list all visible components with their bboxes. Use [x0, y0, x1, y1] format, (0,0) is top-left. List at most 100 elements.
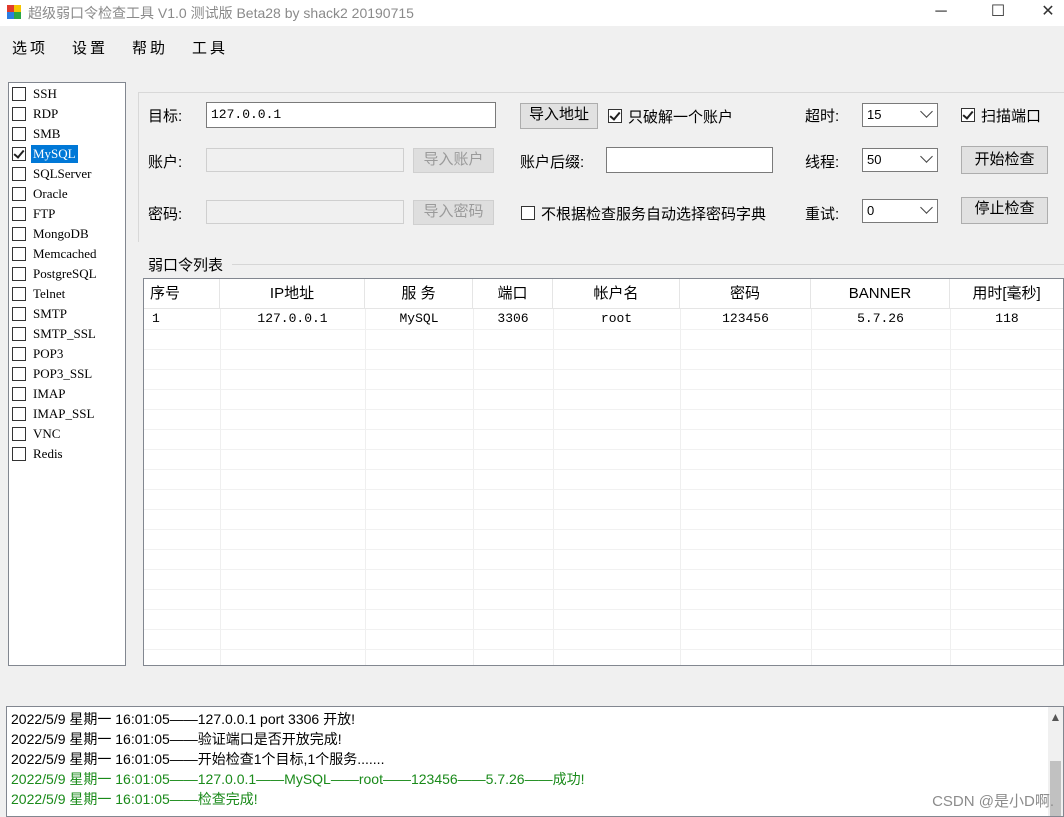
grid-line [144, 429, 1063, 430]
service-item[interactable]: SMTP [11, 305, 125, 324]
threads-select[interactable]: 50 [862, 148, 938, 172]
service-item[interactable]: FTP [11, 205, 125, 224]
column-header[interactable]: 端口 [473, 279, 553, 309]
service-item[interactable]: Oracle [11, 185, 125, 204]
service-checkbox[interactable] [12, 87, 26, 101]
chevron-down-icon [920, 201, 933, 214]
grid-line [144, 529, 1063, 530]
service-item[interactable]: VNC [11, 425, 125, 444]
service-item[interactable]: RDP [11, 105, 125, 124]
service-checkbox[interactable] [12, 287, 26, 301]
auto-dict-label: 不根据检查服务自动选择密码字典 [541, 206, 767, 223]
grid-line [950, 309, 951, 665]
service-item[interactable]: SQLServer [11, 165, 125, 184]
chevron-down-icon [920, 150, 933, 163]
service-label: Telnet [33, 286, 66, 301]
service-checkbox[interactable] [12, 207, 26, 221]
grid-line [144, 489, 1063, 490]
close-button[interactable]: ✕ [1032, 0, 1064, 26]
grid-line [144, 469, 1063, 470]
service-checkbox[interactable] [12, 247, 26, 261]
service-item[interactable]: Memcached [11, 245, 125, 264]
service-checkbox[interactable] [12, 307, 26, 321]
service-item[interactable]: SSH [11, 85, 125, 104]
password-input[interactable] [206, 200, 404, 224]
target-label: 目标: [148, 108, 183, 125]
column-header[interactable]: 帐户名 [553, 279, 680, 309]
service-item[interactable]: IMAP_SSL [11, 405, 125, 424]
target-input[interactable]: 127.0.0.1 [206, 102, 496, 128]
service-item[interactable]: MongoDB [11, 225, 125, 244]
grid-line [144, 609, 1063, 610]
column-header[interactable]: 序号 [144, 279, 220, 309]
scan-port-checkbox[interactable] [961, 108, 975, 122]
service-checkbox[interactable] [12, 367, 26, 381]
service-checkbox[interactable] [12, 267, 26, 281]
service-item[interactable]: PostgreSQL [11, 265, 125, 284]
service-checkbox[interactable] [12, 127, 26, 141]
grid-line [144, 649, 1063, 650]
service-checkbox[interactable] [12, 147, 26, 161]
service-checkbox[interactable] [12, 407, 26, 421]
title-bar: 超级弱口令检查工具 V1.0 测试版 Beta28 by shack2 2019… [0, 0, 1064, 26]
log-panel[interactable]: ▲ 2022/5/9 星期一 16:01:05——127.0.0.1 port … [6, 706, 1064, 817]
grid-line [144, 629, 1063, 630]
threads-value: 50 [867, 152, 882, 167]
service-label: FTP [33, 206, 56, 221]
service-checklist[interactable]: SSH RDP SMB MySQL SQLServer Oracle FTP MongoDB M… [8, 82, 126, 666]
menu-tools[interactable]: 工具 [192, 37, 228, 58]
import-address-button[interactable]: 导入地址 [520, 103, 598, 129]
start-check-button[interactable]: 开始检查 [961, 146, 1048, 174]
service-checkbox[interactable] [12, 387, 26, 401]
column-header[interactable]: BANNER [811, 279, 950, 309]
grid-line [144, 409, 1063, 410]
service-label: Oracle [33, 186, 68, 201]
results-table[interactable]: 序号 IP地址服 务端口 帐户名 密码 BANNER 用时[毫秒] 1 127.0.0.1 My… [143, 278, 1064, 666]
grid-line [473, 309, 474, 665]
service-checkbox[interactable] [12, 167, 26, 181]
service-checkbox[interactable] [12, 107, 26, 121]
account-input[interactable] [206, 148, 404, 172]
stop-check-button[interactable]: 停止检查 [961, 197, 1048, 224]
grid-line [365, 309, 366, 665]
import-account-button[interactable]: 导入账户 [413, 148, 494, 173]
service-checkbox[interactable] [12, 227, 26, 241]
service-label: SMTP [33, 306, 67, 321]
service-item[interactable]: SMB [11, 125, 125, 144]
service-item[interactable]: IMAP [11, 385, 125, 404]
service-label: MongoDB [33, 226, 89, 241]
service-item[interactable]: Redis [11, 445, 125, 464]
service-item[interactable]: Telnet [11, 285, 125, 304]
column-header[interactable]: 用时[毫秒] [950, 279, 1063, 309]
menu-options[interactable]: 选项 [12, 37, 48, 58]
grid-line [144, 449, 1063, 450]
service-item[interactable]: POP3_SSL [11, 365, 125, 384]
account-suffix-input[interactable] [606, 147, 773, 173]
service-checkbox[interactable] [12, 427, 26, 441]
retry-select[interactable]: 0 [862, 199, 938, 223]
auto-dict-checkbox[interactable] [521, 206, 535, 220]
service-checkbox[interactable] [12, 187, 26, 201]
import-password-button[interactable]: 导入密码 [413, 200, 494, 225]
service-checkbox[interactable] [12, 327, 26, 341]
minimize-button[interactable]: ─ [918, 0, 964, 26]
column-header[interactable]: IP地址 [220, 279, 365, 309]
scroll-up-icon[interactable]: ▲ [1048, 707, 1063, 727]
window-title: 超级弱口令检查工具 V1.0 测试版 Beta28 by shack2 2019… [28, 5, 414, 21]
grid-line [144, 549, 1063, 550]
menu-settings[interactable]: 设置 [72, 37, 108, 58]
maximize-button[interactable]: ☐ [975, 0, 1021, 26]
service-checkbox[interactable] [12, 447, 26, 461]
grid-line [144, 369, 1063, 370]
table-cell: 3306 [497, 311, 529, 326]
only-one-account-checkbox[interactable] [608, 109, 622, 123]
menu-help[interactable]: 帮助 [132, 37, 168, 58]
timeout-select[interactable]: 15 [862, 103, 938, 127]
service-label: SMB [33, 126, 61, 141]
service-checkbox[interactable] [12, 347, 26, 361]
column-header[interactable]: 服 务 [365, 279, 473, 309]
service-item[interactable]: POP3 [11, 345, 125, 364]
column-header[interactable]: 密码 [680, 279, 811, 309]
service-item[interactable]: MySQL [11, 145, 125, 164]
service-item[interactable]: SMTP_SSL [11, 325, 125, 344]
